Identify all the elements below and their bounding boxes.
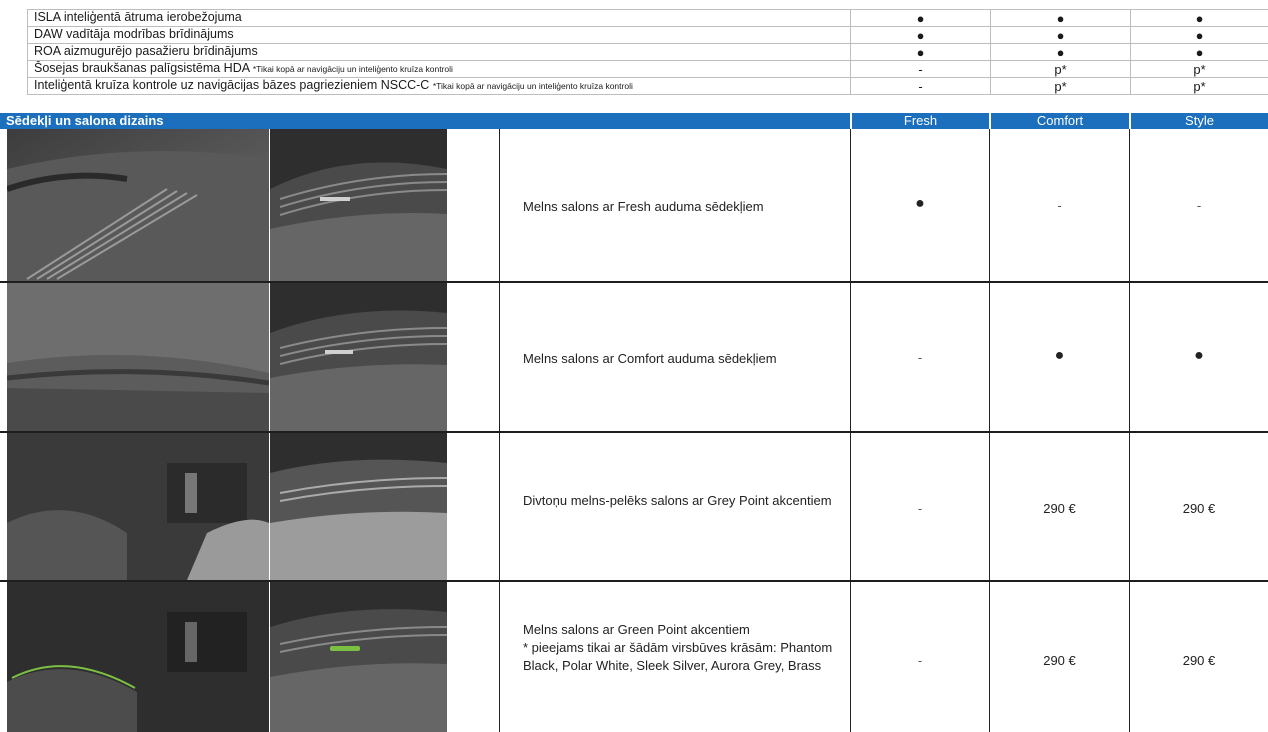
style-price: 290 € — [1182, 653, 1216, 668]
comfort-value: ● — [990, 26, 1131, 44]
col-header-style: Style — [1185, 113, 1214, 128]
fresh-value: - — [850, 77, 991, 95]
dashboard-photo — [270, 283, 447, 431]
table-row: DAW vadītāja modrības brīdinājums ● ● ● — [27, 26, 1268, 44]
style-value: p* — [1130, 60, 1268, 78]
col-header-comfort: Comfort — [1036, 113, 1084, 128]
dashboard-photo — [270, 582, 447, 732]
features-table: ISLA inteliģentā ātruma ierobežojuma ● ●… — [27, 9, 1268, 95]
comfort-value: ● — [990, 43, 1131, 61]
feature-label: ISLA inteliģentā ātruma ierobežojuma — [27, 9, 851, 27]
comfort-value: p* — [990, 60, 1131, 78]
style-value: ● — [1130, 43, 1268, 61]
comfort-value: ● — [990, 9, 1131, 27]
style-value: ● — [1130, 9, 1268, 27]
feature-label: ROA aizmugurējo pasažieru brīdinājums — [27, 43, 851, 61]
feature-label: Inteliģentā kruīza kontrole uz navigācij… — [27, 77, 851, 95]
fresh-value: ● — [850, 9, 991, 27]
seat-fabric-photo — [7, 129, 269, 281]
feature-label: Šosejas braukšanas palīgsistēma HDA *Tik… — [27, 60, 851, 78]
interior-description: Divtoņu melns-pelēks salons ar Grey Poin… — [523, 493, 832, 508]
interior-description: Melns salons ar Fresh auduma sēdekļiem — [523, 199, 764, 214]
interior-name: Melns salons ar Green Point akcentiem — [523, 622, 750, 637]
section-title: Sēdekļi un salona dizains — [6, 113, 164, 128]
fresh-value: - — [917, 350, 923, 365]
style-value: ● — [1130, 26, 1268, 44]
dashboard-photo — [270, 433, 447, 580]
seat-fabric-photo — [7, 283, 269, 431]
style-value: ● — [1194, 347, 1204, 364]
interior-description: Melns salons ar Comfort auduma sēdekļiem — [523, 351, 777, 366]
cabin-photo — [7, 582, 269, 732]
style-value: p* — [1130, 77, 1268, 95]
comfort-value: p* — [990, 77, 1131, 95]
feature-label: DAW vadītāja modrības brīdinājums — [27, 26, 851, 44]
comfort-price: 290 € — [1043, 653, 1076, 668]
style-price: 290 € — [1182, 501, 1216, 516]
fresh-value: - — [917, 653, 923, 668]
dashboard-photo — [270, 129, 447, 281]
comfort-price: 290 € — [1043, 501, 1076, 516]
fresh-value: ● — [915, 195, 925, 212]
table-row: ISLA inteliģentā ātruma ierobežojuma ● ●… — [27, 9, 1268, 27]
table-row: Šosejas braukšanas palīgsistēma HDA *Tik… — [27, 60, 1268, 78]
availability-note: * pieejams tikai ar šādām virsbūves krās… — [523, 640, 833, 673]
style-value: - — [1196, 198, 1202, 213]
interior-description: Melns salons ar Green Point akcentiem * … — [523, 621, 843, 675]
table-row: Inteliģentā kruīza kontrole uz navigācij… — [27, 77, 1268, 95]
fresh-value: ● — [850, 43, 991, 61]
fresh-value: - — [850, 60, 991, 78]
col-header-fresh: Fresh — [903, 113, 938, 128]
table-row: ROA aizmugurējo pasažieru brīdinājums ● … — [27, 43, 1268, 61]
comfort-value: ● — [1054, 347, 1065, 364]
cabin-photo — [7, 433, 269, 580]
fresh-value: ● — [850, 26, 991, 44]
section-header: Sēdekļi un salona dizains Fresh Comfort … — [0, 113, 1268, 129]
comfort-value: - — [1057, 198, 1062, 213]
fresh-value: - — [917, 501, 923, 516]
